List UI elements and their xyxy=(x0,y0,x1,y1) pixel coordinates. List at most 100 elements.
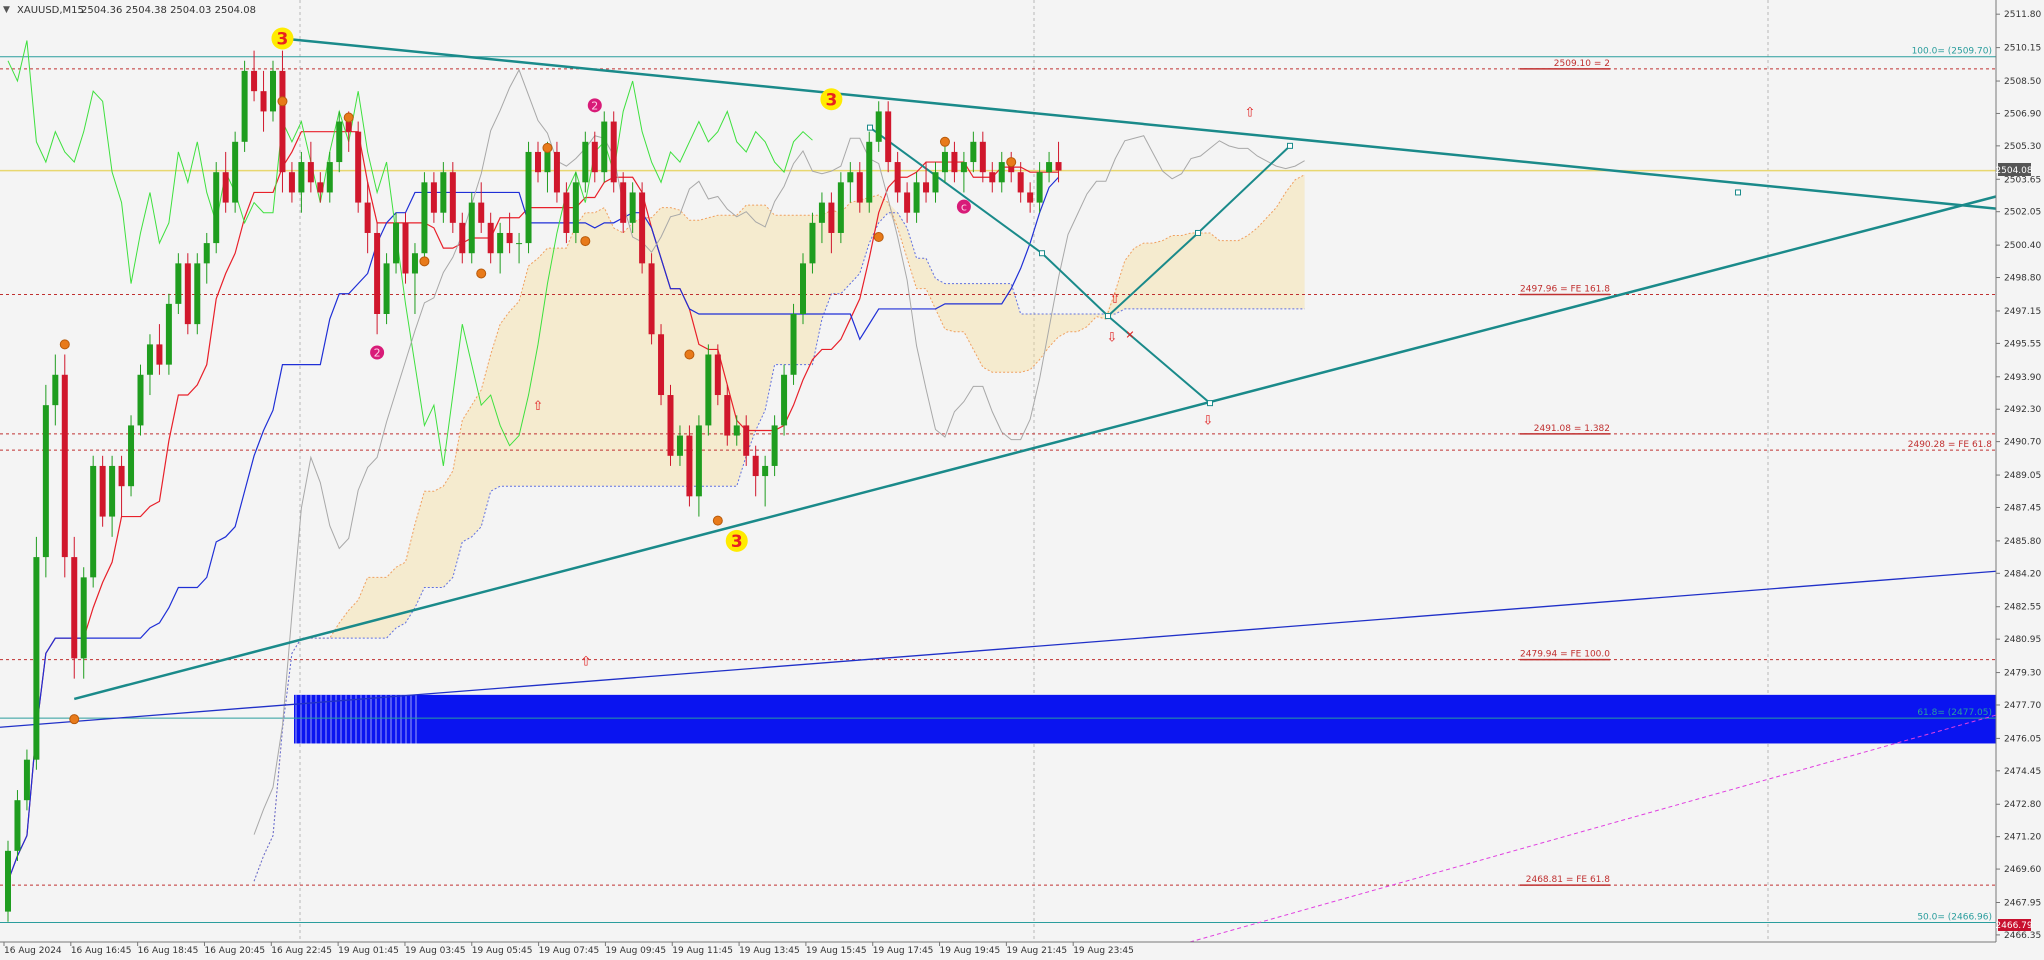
candle-body xyxy=(932,172,939,193)
candle-body xyxy=(146,344,153,375)
candle-body xyxy=(724,395,731,436)
price-tick-label: 2472.80 xyxy=(2004,800,2041,810)
time-tick-label: 19 Aug 09:45 xyxy=(605,946,666,956)
candle-body xyxy=(601,121,608,173)
candle-body xyxy=(232,141,239,203)
candle-body xyxy=(941,151,948,173)
candle-body xyxy=(1036,172,1043,203)
price-tick-label: 2500.40 xyxy=(2004,241,2041,251)
candle-body xyxy=(279,70,286,173)
candle-body xyxy=(497,232,504,254)
time-tick-label: 19 Aug 15:45 xyxy=(806,946,867,956)
fractal-marker xyxy=(476,268,487,279)
candle-body xyxy=(213,172,220,244)
candle-body xyxy=(317,182,324,193)
candle-body xyxy=(762,465,769,477)
candle-body xyxy=(175,263,182,304)
price-tick-label: 2503.65 xyxy=(2004,175,2041,185)
price-tick-label: 2502.05 xyxy=(2004,208,2041,218)
time-tick-label: 16 Aug 16:45 xyxy=(71,946,132,956)
projection-node xyxy=(1039,250,1045,257)
arrow-down-icon: ⇩ xyxy=(1203,413,1214,428)
candle-body xyxy=(516,243,523,245)
price-tick-label: 2495.55 xyxy=(2004,339,2041,349)
time-tick-label: 19 Aug 11:45 xyxy=(672,946,733,956)
candle-body xyxy=(535,151,541,173)
candle-body xyxy=(904,192,911,213)
candle-body xyxy=(449,172,456,223)
candle-body xyxy=(847,172,854,183)
candle-body xyxy=(393,222,400,264)
candle-body xyxy=(582,141,589,183)
candle-body xyxy=(828,202,835,233)
time-tick-label: 16 Aug 22:45 xyxy=(271,946,332,956)
candle-body xyxy=(5,850,11,912)
time-tick-label: 19 Aug 01:45 xyxy=(338,946,399,956)
candle-body xyxy=(128,425,135,487)
candle-body xyxy=(610,121,617,183)
candle-body xyxy=(676,435,683,456)
price-level-label: 2490.28 = FE 61.8 xyxy=(1908,440,1993,450)
candle-body xyxy=(572,182,579,233)
price-tick-label: 2467.95 xyxy=(2004,898,2041,908)
candle-body xyxy=(80,577,87,659)
fractal-marker xyxy=(580,236,591,247)
candle-body xyxy=(156,344,163,365)
price-tick-label: 2508.50 xyxy=(2004,77,2041,87)
candle-body xyxy=(137,374,144,426)
arrow-up-icon: ⇧ xyxy=(581,654,592,669)
candle-body xyxy=(989,172,996,183)
candle-body xyxy=(288,172,295,193)
price-tick-label: 2489.05 xyxy=(2004,471,2041,481)
arrow-down-icon: ⇩ xyxy=(1107,330,1118,345)
demand-zone-layer xyxy=(294,694,1996,744)
time-tick-label: 16 Aug 20:45 xyxy=(204,946,265,956)
time-tick-label: 19 Aug 05:45 xyxy=(472,946,533,956)
arrow-up-icon: ⇧ xyxy=(1245,105,1256,120)
candle-body xyxy=(781,374,788,426)
wave-label-text: 3 xyxy=(731,532,743,552)
candle-body xyxy=(241,70,248,142)
candle-body xyxy=(856,172,863,203)
candle-body xyxy=(563,192,570,233)
fractal-marker xyxy=(277,96,288,107)
candle-body xyxy=(194,263,201,325)
price-level-label: 61.8= (2477.05) xyxy=(1917,708,1992,718)
candle-body xyxy=(374,232,381,314)
candle-body xyxy=(184,263,191,325)
symbol-label: XAUUSD,M15 xyxy=(17,5,84,16)
candle-body xyxy=(525,151,532,244)
fractal-marker xyxy=(873,232,884,243)
current-price-label: 2504.08 xyxy=(1995,166,2032,176)
price-chart[interactable]: 100.0= (2509.70) 2509.10 = 2 2497.96 = FE … xyxy=(0,0,2044,960)
candle-body xyxy=(459,222,466,254)
candle-body xyxy=(752,455,759,477)
ohlc-readout: 2504.36 2504.38 2504.03 2504.08 xyxy=(81,5,256,16)
time-tick-label: 19 Aug 23:45 xyxy=(1073,946,1134,956)
candle-body xyxy=(951,151,958,173)
time-tick-label: 16 Aug 2024 xyxy=(4,946,62,956)
cross-icon: ✕ xyxy=(1125,328,1134,341)
candle-body xyxy=(790,314,797,375)
price-tick-label: 2484.20 xyxy=(2004,569,2041,579)
projection-node xyxy=(1105,313,1111,320)
price-tick-label: 2511.80 xyxy=(2004,10,2041,20)
price-tick-label: 2469.60 xyxy=(2004,865,2041,875)
candle-body xyxy=(430,182,437,213)
candle-body xyxy=(923,182,930,193)
candle-body xyxy=(1017,172,1024,193)
candle-body xyxy=(270,70,276,112)
fractal-marker xyxy=(1006,157,1017,168)
candle-body xyxy=(478,202,485,223)
candle-body xyxy=(355,131,362,203)
candle-body xyxy=(402,222,409,274)
time-tick-label: 19 Aug 07:45 xyxy=(539,946,600,956)
wave-label-text: 3 xyxy=(825,90,837,110)
collapse-arrow-icon[interactable]: ▼ xyxy=(3,5,10,15)
price-tick-label: 2487.45 xyxy=(2004,503,2041,513)
candle-body xyxy=(913,182,920,213)
candle-body xyxy=(411,253,418,274)
projection-node xyxy=(1287,142,1293,149)
time-tick-label: 19 Aug 17:45 xyxy=(873,946,934,956)
candle-body xyxy=(686,435,693,497)
